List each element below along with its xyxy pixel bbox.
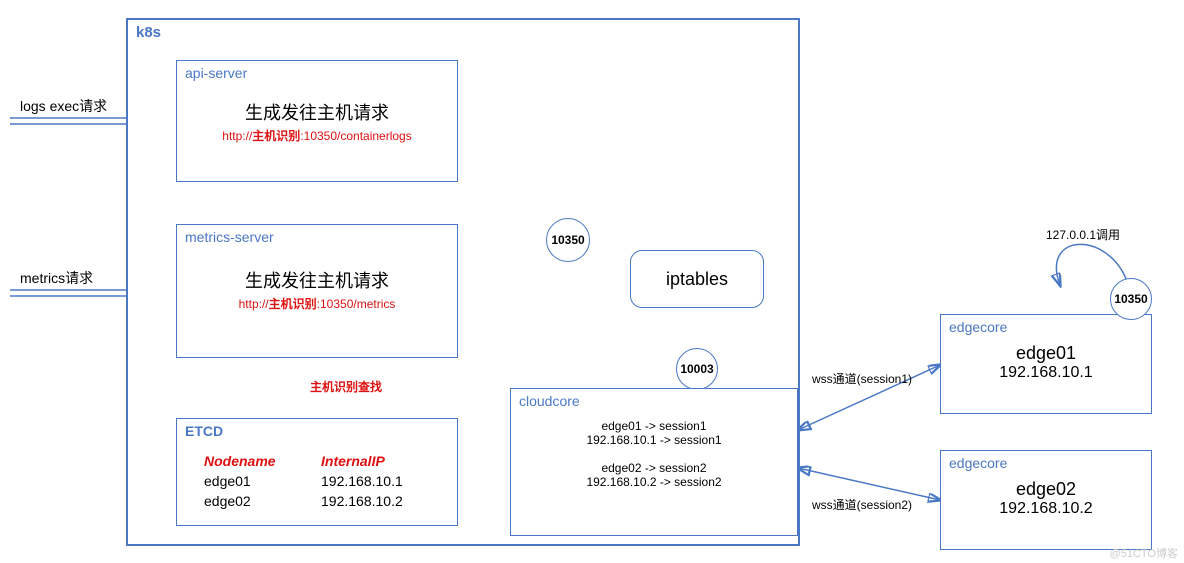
api-server-url: http://主机识别:10350/containerlogs: [177, 127, 457, 144]
logs-exec-label: logs exec请求: [20, 96, 107, 116]
wss-session2-label: wss通道(session2): [812, 496, 912, 513]
etcd-lookup-label: 主机识别查找: [310, 378, 382, 395]
metrics-request-label: metrics请求: [20, 268, 93, 288]
edgecore2-title: edgecore: [941, 451, 1151, 471]
metrics-server-title: metrics-server: [177, 225, 457, 245]
api-server-title: api-server: [177, 61, 457, 81]
edgecore1-box: edgecore edge01 192.168.10.1: [940, 314, 1152, 414]
cloudcore-map-l3: edge02 -> session2: [511, 461, 797, 475]
edgecore1-ip: 192.168.10.1: [941, 364, 1151, 382]
edgecore2-name: edge02: [941, 479, 1151, 500]
cloudcore-box: cloudcore edge01 -> session1 192.168.10.…: [510, 388, 798, 536]
metrics-server-heading: 生成发往主机请求: [177, 267, 457, 293]
cloudcore-title: cloudcore: [511, 389, 797, 409]
k8s-title: k8s: [128, 20, 798, 41]
port-10350-node: 10350: [546, 218, 590, 262]
port-10003-node: 10003: [676, 348, 718, 390]
cloudcore-map-l2: 192.168.10.1 -> session1: [511, 433, 797, 447]
etcd-title: ETCD: [177, 419, 457, 439]
edgecore1-name: edge01: [941, 343, 1151, 364]
edgecore1-title: edgecore: [941, 315, 1151, 335]
iptables-box: iptables: [630, 250, 764, 308]
etcd-col-internalip: InternalIP: [315, 452, 444, 470]
cloudcore-map-l1: edge01 -> session1: [511, 419, 797, 433]
loopback-label: 127.0.0.1调用: [1046, 226, 1120, 243]
cloudcore-map-l4: 192.168.10.2 -> session2: [511, 475, 797, 489]
etcd-row: edge02 192.168.10.2: [198, 492, 444, 510]
etcd-col-nodename: Nodename: [198, 452, 313, 470]
etcd-table: Nodename InternalIP edge01 192.168.10.1 …: [196, 450, 446, 512]
watermark: @51CTO博客: [1110, 545, 1178, 561]
port-10350-edge-node: 10350: [1110, 278, 1152, 320]
etcd-row: edge01 192.168.10.1: [198, 472, 444, 490]
wss-session1-label: wss通道(session1): [812, 370, 912, 387]
metrics-server-url: http://主机识别:10350/metrics: [177, 295, 457, 312]
metrics-server-box: metrics-server 生成发往主机请求 http://主机识别:1035…: [176, 224, 458, 358]
api-server-heading: 生成发往主机请求: [177, 99, 457, 125]
edgecore2-ip: 192.168.10.2: [941, 500, 1151, 518]
edgecore2-box: edgecore edge02 192.168.10.2: [940, 450, 1152, 550]
api-server-box: api-server 生成发往主机请求 http://主机识别:10350/co…: [176, 60, 458, 182]
